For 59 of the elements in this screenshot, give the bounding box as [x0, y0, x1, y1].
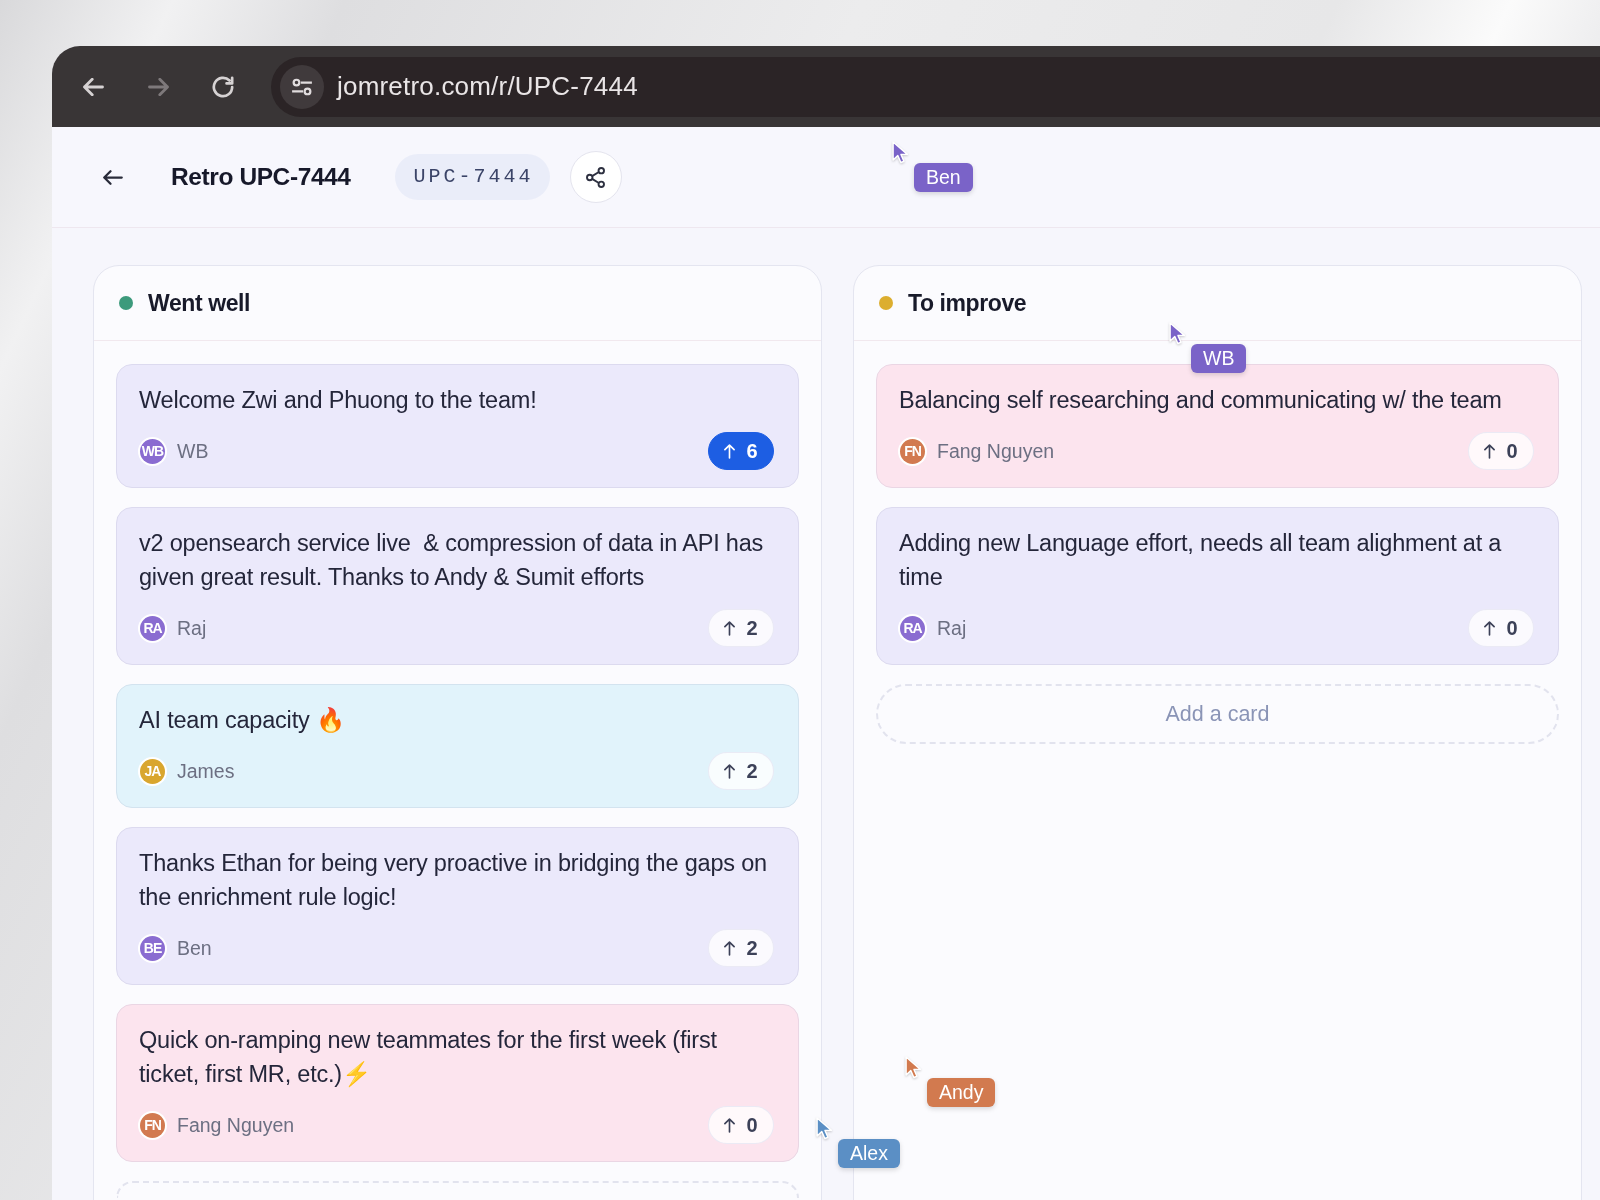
arrow-up-icon — [1484, 443, 1496, 459]
arrow-up-icon — [1484, 620, 1496, 636]
card-text: Welcome Zwi and Phuong to the team! — [139, 386, 537, 415]
url-text: jomretro.com/r/UPC-7444 — [337, 71, 638, 102]
upvote-button[interactable]: 0 — [708, 1106, 774, 1144]
upvote-button[interactable]: 2 — [708, 752, 774, 790]
avatar: FN — [140, 1112, 165, 1138]
room-code: UPC-7444 — [394, 154, 550, 200]
arrow-left-icon — [103, 169, 123, 185]
retro-card[interactable]: Thanks Ethan for being very proactive in bridging the gaps on the enrichment rule logic! BE Ben 2 — [116, 827, 799, 985]
cursor-name-label: Ben — [914, 163, 973, 192]
avatar: RA — [900, 615, 925, 641]
upvote-button[interactable]: 2 — [708, 929, 774, 967]
site-settings-button[interactable] — [280, 64, 324, 109]
card-text: v2 opensearch service live & compression of data in API has given great result. Thanks to Andy & Sumit efforts — [139, 529, 765, 592]
upvote-button[interactable]: 6 — [708, 432, 774, 470]
arrow-up-icon — [724, 940, 736, 956]
retro-title: Retro UPC-7444 — [171, 163, 351, 191]
arrow-up-icon — [724, 763, 736, 779]
card-text: Thanks Ethan for being very proactive in bridging the gaps on the enrichment rule logic! — [139, 849, 768, 912]
address-bar[interactable]: jomretro.com/r/UPC-7444 — [271, 56, 1600, 117]
column-title: Went well — [148, 289, 251, 317]
avatar: WB — [140, 438, 165, 464]
card-text: Quick on-ramping new teammates for the first week (first ticket, first MR, etc.)⚡ — [139, 1026, 718, 1089]
cursor-name-label: WB — [1191, 344, 1247, 373]
author-name: Fang Nguyen — [177, 1113, 295, 1137]
avatar: BE — [140, 935, 165, 961]
retro-card[interactable]: AI team capacity 🔥 JA James 2 — [116, 684, 799, 808]
arrow-up-icon — [724, 1117, 736, 1133]
retro-card[interactable]: v2 opensearch service live & compression of data in API has given great result. Thanks to Andy & Sumit efforts RA Raj 2 — [116, 507, 799, 665]
author-name: Raj — [177, 616, 207, 640]
author-name: Raj — [937, 616, 967, 640]
retro-card[interactable]: Welcome Zwi and Phuong to the team! WB WB 6 — [116, 364, 799, 488]
reload-icon — [212, 75, 234, 98]
author-name: Fang Nguyen — [937, 439, 1055, 463]
retro-card[interactable]: Quick on-ramping new teammates for the first week (first ticket, first MR, etc.)⚡ FN Fang Nguyen 0 — [116, 1004, 799, 1162]
arrow-left-icon — [82, 77, 104, 96]
card-text: AI team capacity 🔥 — [139, 706, 345, 735]
sliders-icon — [291, 77, 313, 96]
arrow-up-icon — [724, 443, 736, 459]
card-text: Balancing self researching and communicating w/ the team — [899, 386, 1502, 415]
upvote-button[interactable]: 0 — [1468, 609, 1534, 647]
column-title: To improve — [908, 289, 1027, 317]
avatar: FN — [900, 438, 925, 464]
avatar: JA — [140, 758, 165, 784]
author-name: James — [177, 759, 235, 783]
author-name: WB — [177, 439, 209, 463]
cursor-name-label: Alex — [838, 1139, 900, 1168]
upvote-button[interactable]: 2 — [708, 609, 774, 647]
retro-card[interactable]: Balancing self researching and communicating w/ the team FN Fang Nguyen 0 — [876, 364, 1559, 488]
arrow-right-icon — [147, 77, 169, 96]
card-text: Adding new Language effort, needs all team alighment at a time — [899, 529, 1503, 592]
arrow-up-icon — [724, 620, 736, 636]
retro-card[interactable]: Adding new Language effort, needs all team alighment at a time RA Raj 0 — [876, 507, 1559, 665]
avatar: RA — [140, 615, 165, 641]
author-name: Ben — [177, 936, 212, 960]
upvote-button[interactable]: 0 — [1468, 432, 1534, 470]
cursor-name-label: Andy — [927, 1078, 996, 1107]
share-icon — [586, 166, 606, 188]
